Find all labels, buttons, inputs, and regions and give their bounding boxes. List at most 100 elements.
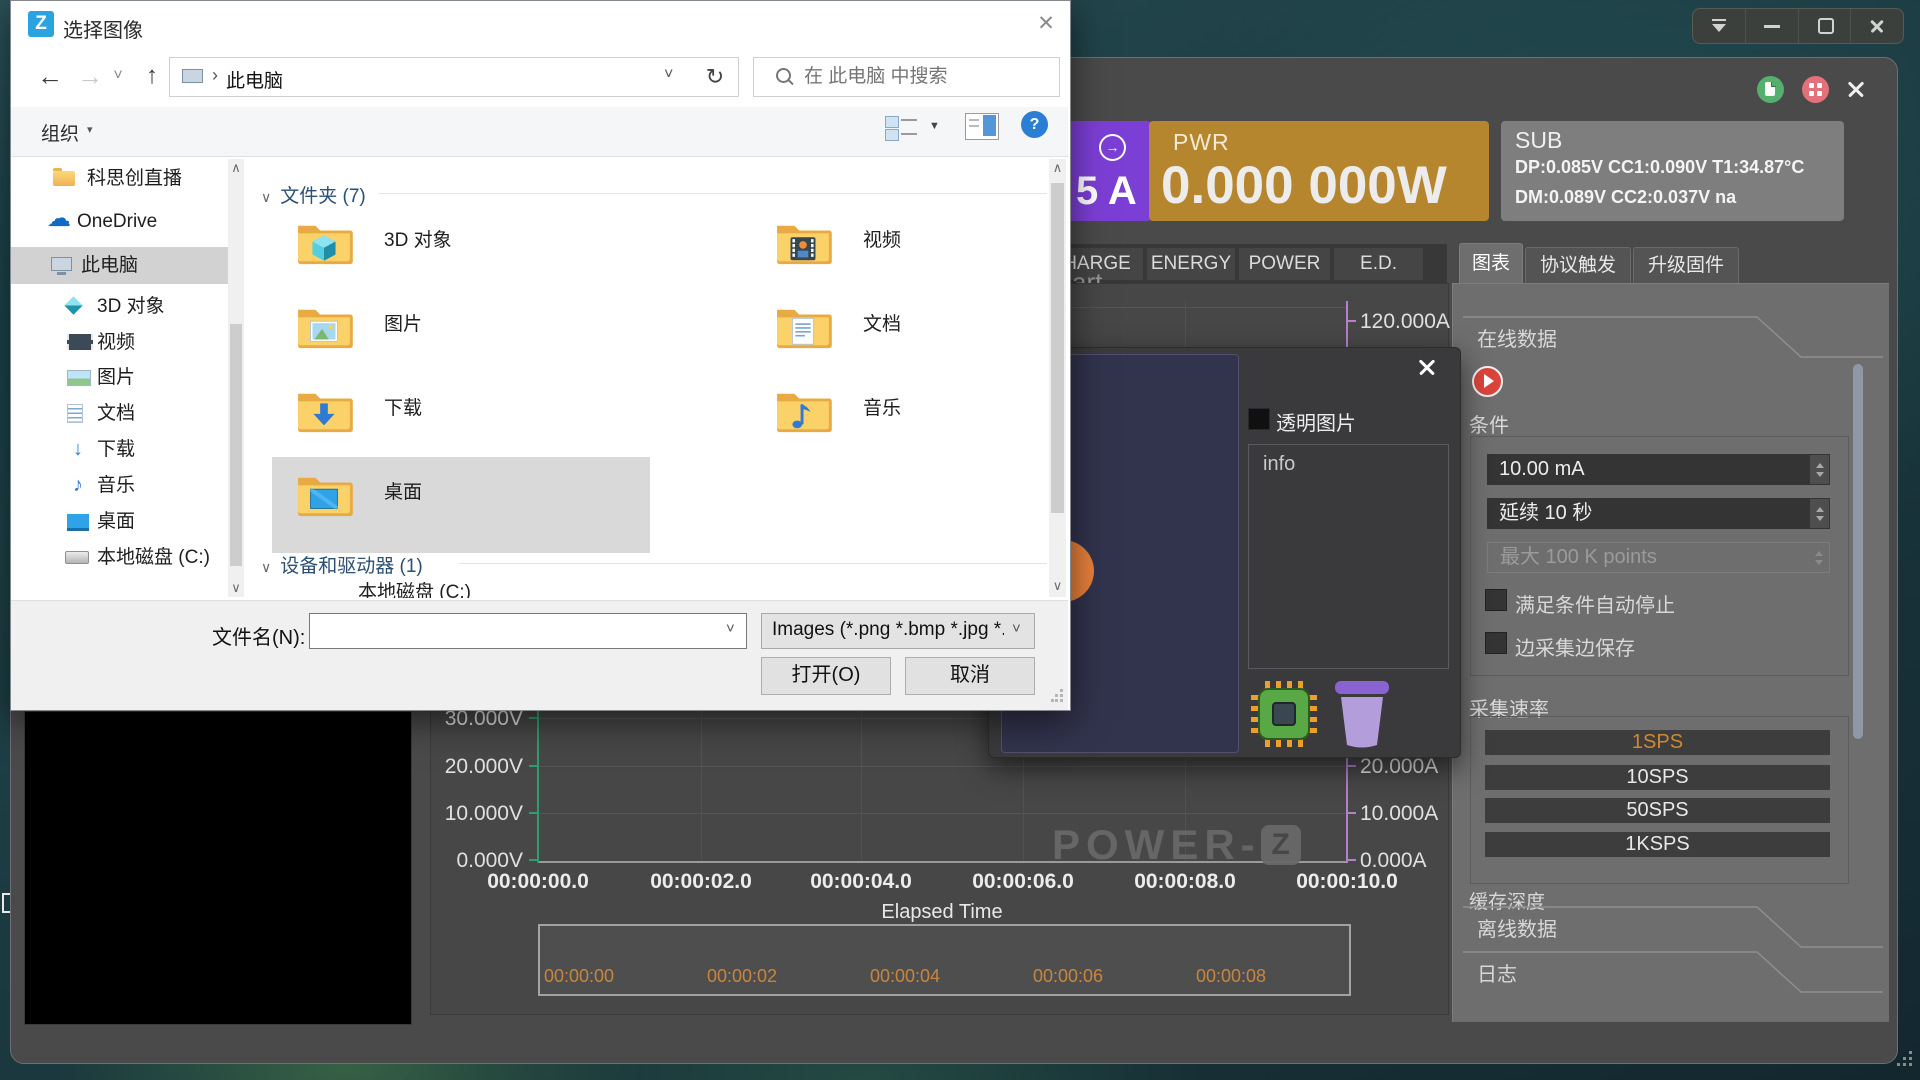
open-button[interactable]: 打开(O): [761, 657, 891, 695]
sidebar-item-documents[interactable]: 文档: [11, 399, 228, 429]
help-icon[interactable]: ?: [1021, 111, 1048, 138]
refresh-button[interactable]: ↻: [692, 57, 739, 97]
apps-grid-button[interactable]: [1802, 76, 1829, 103]
trash-icon[interactable]: [1333, 679, 1391, 749]
folder-icon: [295, 219, 353, 267]
dialog-close-icon[interactable]: [1417, 357, 1437, 377]
chip-icon[interactable]: [1251, 681, 1317, 747]
tab-chart-panel[interactable]: 图表: [1459, 243, 1523, 286]
sidebar-item-label: 视频: [97, 328, 135, 358]
folders-group-header[interactable]: ∨文件夹 (7): [261, 181, 366, 208]
sidebar-item-3dobjects[interactable]: 3D 对象: [11, 292, 228, 322]
autostop-checkbox[interactable]: [1485, 589, 1507, 611]
desktop-icon: [67, 514, 89, 531]
sidebar-item-videos[interactable]: 视频: [11, 328, 228, 358]
forward-icon[interactable]: →: [75, 61, 105, 91]
trigger-current-input[interactable]: 10.00 mA: [1487, 454, 1830, 485]
device-doc-fold: [1771, 82, 1776, 87]
scroll-up-icon[interactable]: ∧: [1049, 159, 1066, 177]
filename-input[interactable]: [316, 617, 720, 645]
device-item-clipped[interactable]: 本地磁盘 (C:): [358, 577, 558, 598]
panel-scrollbar-thumb[interactable]: [1853, 364, 1863, 739]
scroll-down-icon[interactable]: ∨: [1049, 577, 1066, 595]
dialog-close-icon[interactable]: ✕: [1029, 9, 1063, 39]
app-resize-grip[interactable]: [1897, 1051, 1915, 1069]
back-icon[interactable]: ←: [35, 61, 65, 91]
computer-mini-icon: [182, 69, 203, 83]
view-mode-icon[interactable]: [885, 115, 921, 141]
search-input[interactable]: [802, 62, 1046, 92]
folder-name: 桌面: [384, 477, 422, 504]
sidebar-item-music[interactable]: ♪ 音乐: [11, 471, 228, 501]
app-close-icon[interactable]: [1846, 79, 1866, 99]
sidebar-item-downloads[interactable]: ↓ 下载: [11, 435, 228, 465]
scroll-up-icon[interactable]: ∧: [228, 159, 244, 177]
sidebar-item-thispc[interactable]: 此电脑: [11, 251, 228, 281]
section-online-data[interactable]: 在线数据: [1477, 323, 1557, 352]
rate-1sps-button[interactable]: 1SPS: [1485, 730, 1830, 755]
breadcrumb-separator: ›: [212, 65, 218, 86]
sidebar-item-kesichuang[interactable]: 科思创直播: [11, 164, 228, 194]
group-chevron-icon: ∨: [261, 189, 271, 205]
trigger-current-stepper[interactable]: [1810, 455, 1829, 484]
device-list-button[interactable]: [1757, 76, 1784, 103]
rate-50sps-button[interactable]: 50SPS: [1485, 798, 1830, 823]
sidebar-item-pictures[interactable]: 图片: [11, 363, 228, 393]
organize-menu[interactable]: 组织: [41, 119, 79, 146]
folder-tile-videos[interactable]: 视频: [774, 219, 1054, 299]
x-axis-label: 00:00:02.0: [626, 870, 776, 894]
folder-icon: [295, 387, 353, 435]
sidebar-scroll-thumb[interactable]: [230, 324, 242, 566]
folder-icon: [295, 471, 353, 519]
dialog-resize-grip[interactable]: [1051, 689, 1065, 703]
close-icon: [1869, 18, 1885, 34]
tab-power[interactable]: POWER: [1239, 248, 1330, 280]
maximize-button[interactable]: [1798, 9, 1851, 43]
devices-group-header[interactable]: ∨设备和驱动器 (1): [261, 551, 423, 578]
folder-tile-music[interactable]: 音乐: [774, 387, 1054, 467]
sidebar-item-onedrive[interactable]: ☁ OneDrive: [11, 207, 228, 237]
filetype-select[interactable]: Images (*.png *.bmp *.jpg *.b ˅: [761, 613, 1035, 649]
tab-protocol-trigger[interactable]: 协议触发: [1525, 247, 1631, 285]
breadcrumb-dropdown-icon[interactable]: ˅: [664, 66, 673, 84]
folder-tile-desktop[interactable]: 桌面: [295, 471, 655, 551]
folder-tile-documents[interactable]: 文档: [774, 303, 1054, 383]
folder-tile-pictures[interactable]: 图片: [295, 303, 655, 383]
filename-dropdown-icon[interactable]: ˅: [726, 620, 735, 637]
download-icon: ↓: [67, 439, 89, 459]
tab-firmware-upgrade[interactable]: 升级固件: [1633, 247, 1739, 285]
section-log[interactable]: 日志: [1477, 958, 1517, 987]
sidebar-item-cdrive[interactable]: 本地磁盘 (C:): [11, 543, 228, 573]
record-button[interactable]: [1472, 366, 1503, 397]
view-mode-caret-icon[interactable]: ▼: [929, 120, 940, 132]
power-meter-panel: PWR 0.000 000W: [1149, 121, 1489, 221]
rate-1ksps-button[interactable]: 1KSPS: [1485, 832, 1830, 857]
duration-stepper[interactable]: [1810, 499, 1829, 528]
breadcrumb[interactable]: › 此电脑 ˅: [169, 57, 695, 97]
tab-energy[interactable]: ENERGY: [1147, 248, 1235, 280]
current-meter-panel: → 5 A: [1063, 121, 1151, 221]
folder-tile-3dobjects[interactable]: 3D 对象: [295, 219, 655, 299]
save-while-checkbox[interactable]: [1485, 632, 1507, 654]
breadcrumb-location[interactable]: 此电脑: [226, 66, 283, 93]
filename-combo: ˅: [309, 613, 747, 649]
scroll-down-icon[interactable]: ∨: [228, 579, 244, 597]
minimize-button[interactable]: [1745, 9, 1798, 43]
sidebar-item-desktop[interactable]: 桌面: [11, 507, 228, 537]
section-offline-data[interactable]: 离线数据: [1477, 913, 1557, 942]
tray-collapse-button[interactable]: [1693, 9, 1745, 43]
folder-tile-downloads[interactable]: 下载: [295, 387, 655, 467]
rate-10sps-button[interactable]: 10SPS: [1485, 765, 1830, 790]
duration-input[interactable]: 延续 10 秒: [1487, 498, 1830, 529]
sidebar-item-label: OneDrive: [77, 207, 157, 237]
up-icon[interactable]: ↑: [137, 61, 167, 91]
main-scroll-thumb[interactable]: [1051, 183, 1064, 513]
close-button[interactable]: [1850, 9, 1903, 43]
recent-locations-icon[interactable]: ˅: [109, 64, 127, 88]
tab-ed[interactable]: E.D.: [1334, 248, 1423, 280]
folder-icon: [774, 219, 832, 267]
transparent-image-checkbox[interactable]: [1248, 408, 1270, 430]
preview-pane-icon[interactable]: [965, 113, 999, 140]
cancel-button[interactable]: 取消: [905, 657, 1035, 695]
filetype-dropdown-icon: ˅: [1012, 620, 1021, 637]
